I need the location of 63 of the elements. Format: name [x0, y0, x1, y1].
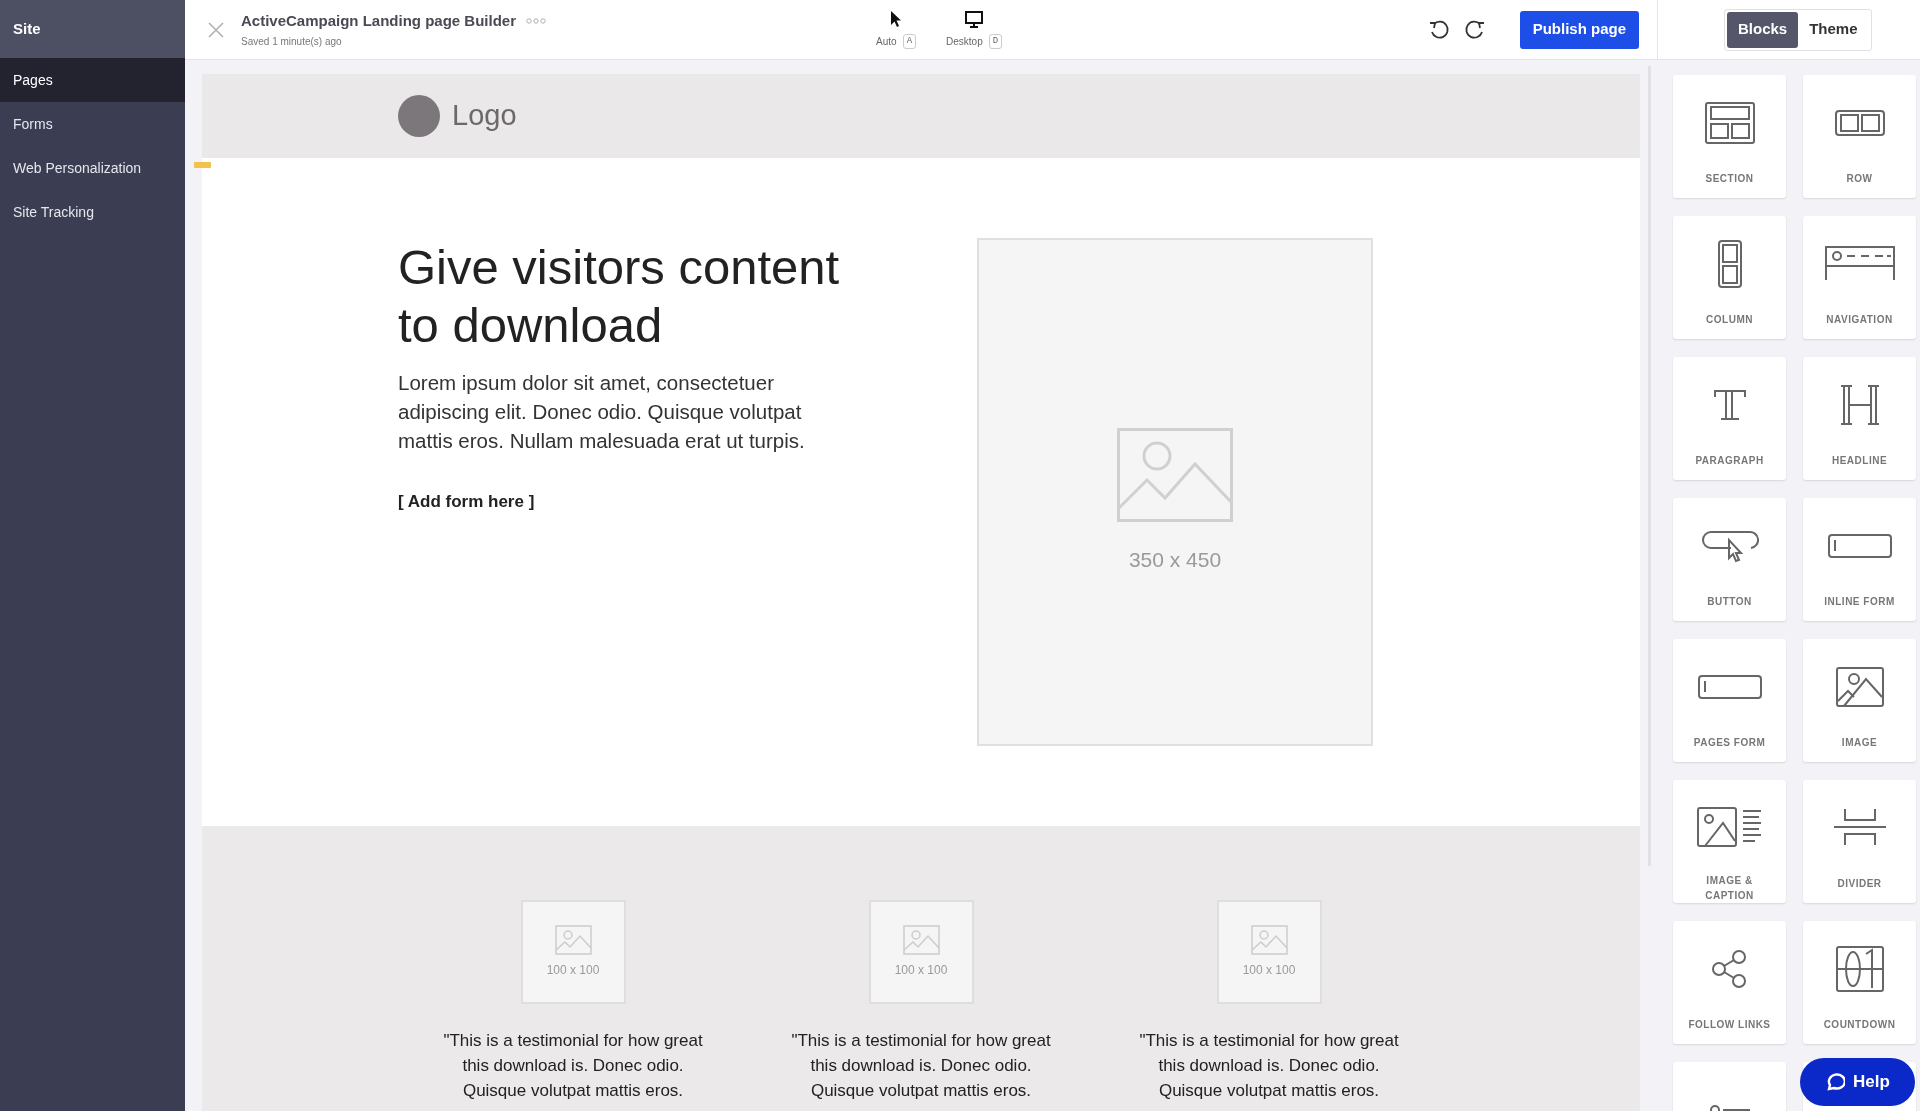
- mode-label[interactable]: Auto: [876, 34, 897, 49]
- sidebar-item[interactable]: Web Personalization: [0, 146, 185, 190]
- block-tile[interactable]: PAGES FORM: [1673, 639, 1786, 762]
- image-icon: [554, 925, 592, 955]
- image-icon: [902, 925, 940, 955]
- letter-t-icon: [1712, 389, 1747, 421]
- image-icon: [1835, 667, 1884, 707]
- block-tile[interactable]: INLINE FORM: [1803, 498, 1916, 621]
- testimonial-text: "This is a testimonial for how great this download is. Donec odio. Quisque volutpat mattis eros.: [1138, 1030, 1400, 1102]
- row-layout-icon: [1834, 110, 1885, 136]
- shortcut-key: A: [902, 34, 917, 49]
- block-tile[interactable]: BUTTON: [1673, 498, 1786, 621]
- more-icon[interactable]: [526, 18, 547, 24]
- close-icon[interactable]: [207, 20, 225, 39]
- letter-h-icon: [1839, 384, 1880, 426]
- hero-heading: Give visitors content to download: [398, 239, 841, 354]
- column-layout-icon: [1717, 240, 1742, 288]
- cursor-icon: [889, 10, 904, 28]
- section-layout-icon: [1704, 102, 1755, 144]
- undo-icon[interactable]: [1427, 18, 1450, 41]
- block-tile[interactable]: IMAGE & CAPTION: [1673, 780, 1786, 903]
- block-tile[interactable]: ROW: [1803, 75, 1916, 198]
- image-size-label: 100 x 100: [894, 962, 948, 979]
- publish-button[interactable]: Publish page: [1519, 10, 1639, 49]
- chat-icon: [1825, 1072, 1846, 1092]
- block-tile[interactable]: DIVIDER: [1803, 780, 1916, 903]
- page-title: ActiveCampaign Landing page Builder: [241, 10, 517, 31]
- sidebar-item[interactable]: Site Tracking: [0, 190, 185, 234]
- block-tile[interactable]: HEADLINE: [1803, 357, 1916, 480]
- saved-status: Saved 1 minute(s) ago: [241, 35, 343, 50]
- pointer-button-icon: [1700, 528, 1759, 564]
- redo-icon[interactable]: [1463, 18, 1486, 41]
- block-tile[interactable]: NAVIGATION: [1803, 216, 1916, 339]
- image-size-label: 100 x 100: [546, 962, 600, 979]
- sidebar-item[interactable]: Forms: [0, 102, 185, 146]
- countdown-digits-icon: [1835, 946, 1884, 992]
- image-size-label: 350 x 450: [1128, 547, 1222, 574]
- testimonial-text: "This is a testimonial for how great this download is. Donec odio. Quisque volutpat mattis eros.: [442, 1030, 704, 1102]
- sidebar-header: Site: [13, 18, 41, 39]
- panel-tab[interactable]: Blocks: [1727, 11, 1799, 48]
- selection-marker: [194, 162, 211, 168]
- block-tile[interactable]: COLUMN: [1673, 216, 1786, 339]
- sidebar-item[interactable]: Pages: [0, 58, 185, 102]
- image-size-label: 100 x 100: [1242, 962, 1296, 979]
- image-icon: [1250, 925, 1288, 955]
- hero-paragraph: Lorem ipsum dolor sit amet, consectetuer adipiscing elit. Donec odio. Quisque volutpat mattis eros. Nullam malesuada erat ut turpis.: [398, 370, 806, 454]
- logo-text: Logo: [452, 98, 517, 134]
- block-tile[interactable]: IMAGE: [1803, 639, 1916, 762]
- image-with-text-icon: [1696, 806, 1763, 847]
- monitor-icon: [965, 10, 984, 28]
- input-field-icon: [1827, 534, 1892, 558]
- testimonial-text: "This is a testimonial for how great this download is. Donec odio. Quisque volutpat mattis eros.: [790, 1030, 1052, 1102]
- add-form-field[interactable]: [ Add form here ]: [398, 489, 535, 515]
- shortcut-key: D: [988, 33, 1003, 49]
- image-icon: [1117, 428, 1233, 523]
- block-tile[interactable]: SECTION: [1673, 75, 1786, 198]
- block-tile[interactable]: FOLLOW LINKS: [1673, 921, 1786, 1044]
- input-field-icon: [1697, 675, 1762, 699]
- help-button[interactable]: Help: [1800, 1058, 1915, 1106]
- navigation-bar-icon: [1824, 246, 1895, 282]
- mode-label[interactable]: Desktop: [946, 33, 983, 49]
- block-tile[interactable]: COUNTDOWN: [1803, 921, 1916, 1044]
- block-tile[interactable]: PARAGRAPH: [1673, 357, 1786, 480]
